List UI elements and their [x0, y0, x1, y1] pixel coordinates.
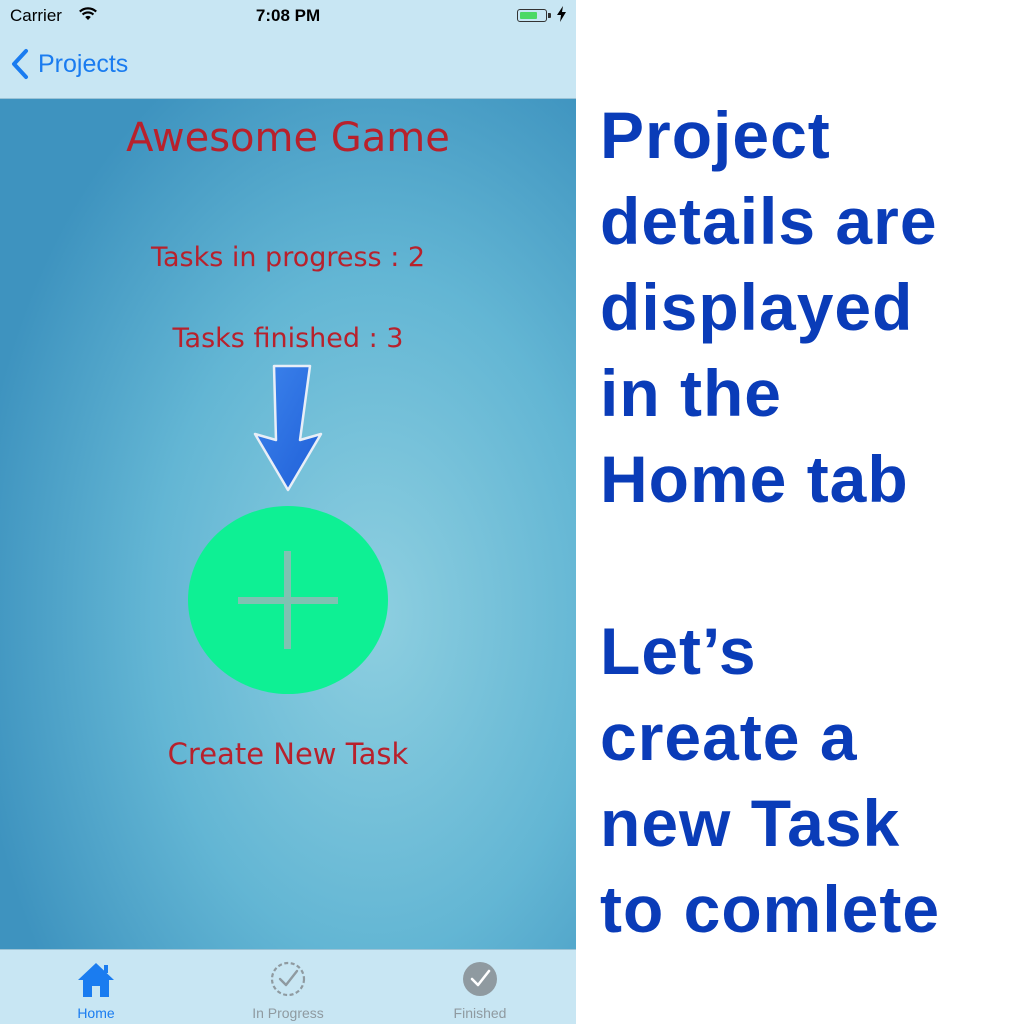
- caption-line: to comlete: [600, 872, 941, 946]
- clock: 7:08 PM: [255, 6, 321, 25]
- tab-in-progress[interactable]: In Progress: [192, 950, 384, 1024]
- status-bar: Carrier 7:08 PM: [0, 0, 576, 34]
- caption-line: in the: [600, 356, 782, 430]
- tutorial-caption: Project details are displayed in the Hom…: [600, 92, 1024, 952]
- dashed-check-circle-icon: [192, 960, 384, 998]
- battery-fill: [520, 12, 537, 19]
- project-home-content: Awesome Game Tasks in progress : 2 Tasks…: [0, 99, 576, 949]
- tasks-finished-count: Tasks finished : 3: [172, 323, 404, 354]
- plus-icon-vertical: [284, 551, 291, 649]
- tasks-in-progress-count: Tasks in progress : 2: [150, 242, 426, 273]
- chevron-left-icon: [10, 48, 30, 80]
- caption-line: create a: [600, 700, 858, 774]
- check-circle-icon: [384, 960, 576, 998]
- caption-line: Project: [600, 98, 831, 172]
- charging-bolt-icon: [557, 6, 566, 26]
- phone-screen: Carrier 7:08 PM Projects Awesome Game Ta…: [0, 0, 576, 1024]
- tab-home[interactable]: Home: [0, 950, 192, 1024]
- caption-line: displayed: [600, 270, 914, 344]
- tab-in-progress-label: In Progress: [252, 1005, 324, 1021]
- project-title: Awesome Game: [126, 115, 450, 161]
- caption-line: Home tab: [600, 442, 909, 516]
- battery-icon: [517, 9, 551, 22]
- battery-nub: [548, 13, 551, 18]
- caption-line: new Task: [600, 786, 901, 860]
- house-icon: [0, 960, 192, 1000]
- caption-line: details are: [600, 184, 938, 258]
- navigation-bar: Projects: [0, 34, 576, 99]
- tab-finished-label: Finished: [453, 1005, 507, 1021]
- tab-home-label: Home: [77, 1005, 115, 1021]
- tab-finished[interactable]: Finished: [384, 950, 576, 1024]
- add-task-button[interactable]: [188, 506, 388, 694]
- caption-line: Let’s: [600, 614, 757, 688]
- back-button[interactable]: Projects: [10, 46, 128, 82]
- back-button-label: Projects: [38, 49, 129, 78]
- create-new-task-label[interactable]: Create New Task: [0, 737, 576, 771]
- down-arrow-icon: [252, 364, 324, 498]
- tab-bar: Home In Progress Finished: [0, 949, 576, 1024]
